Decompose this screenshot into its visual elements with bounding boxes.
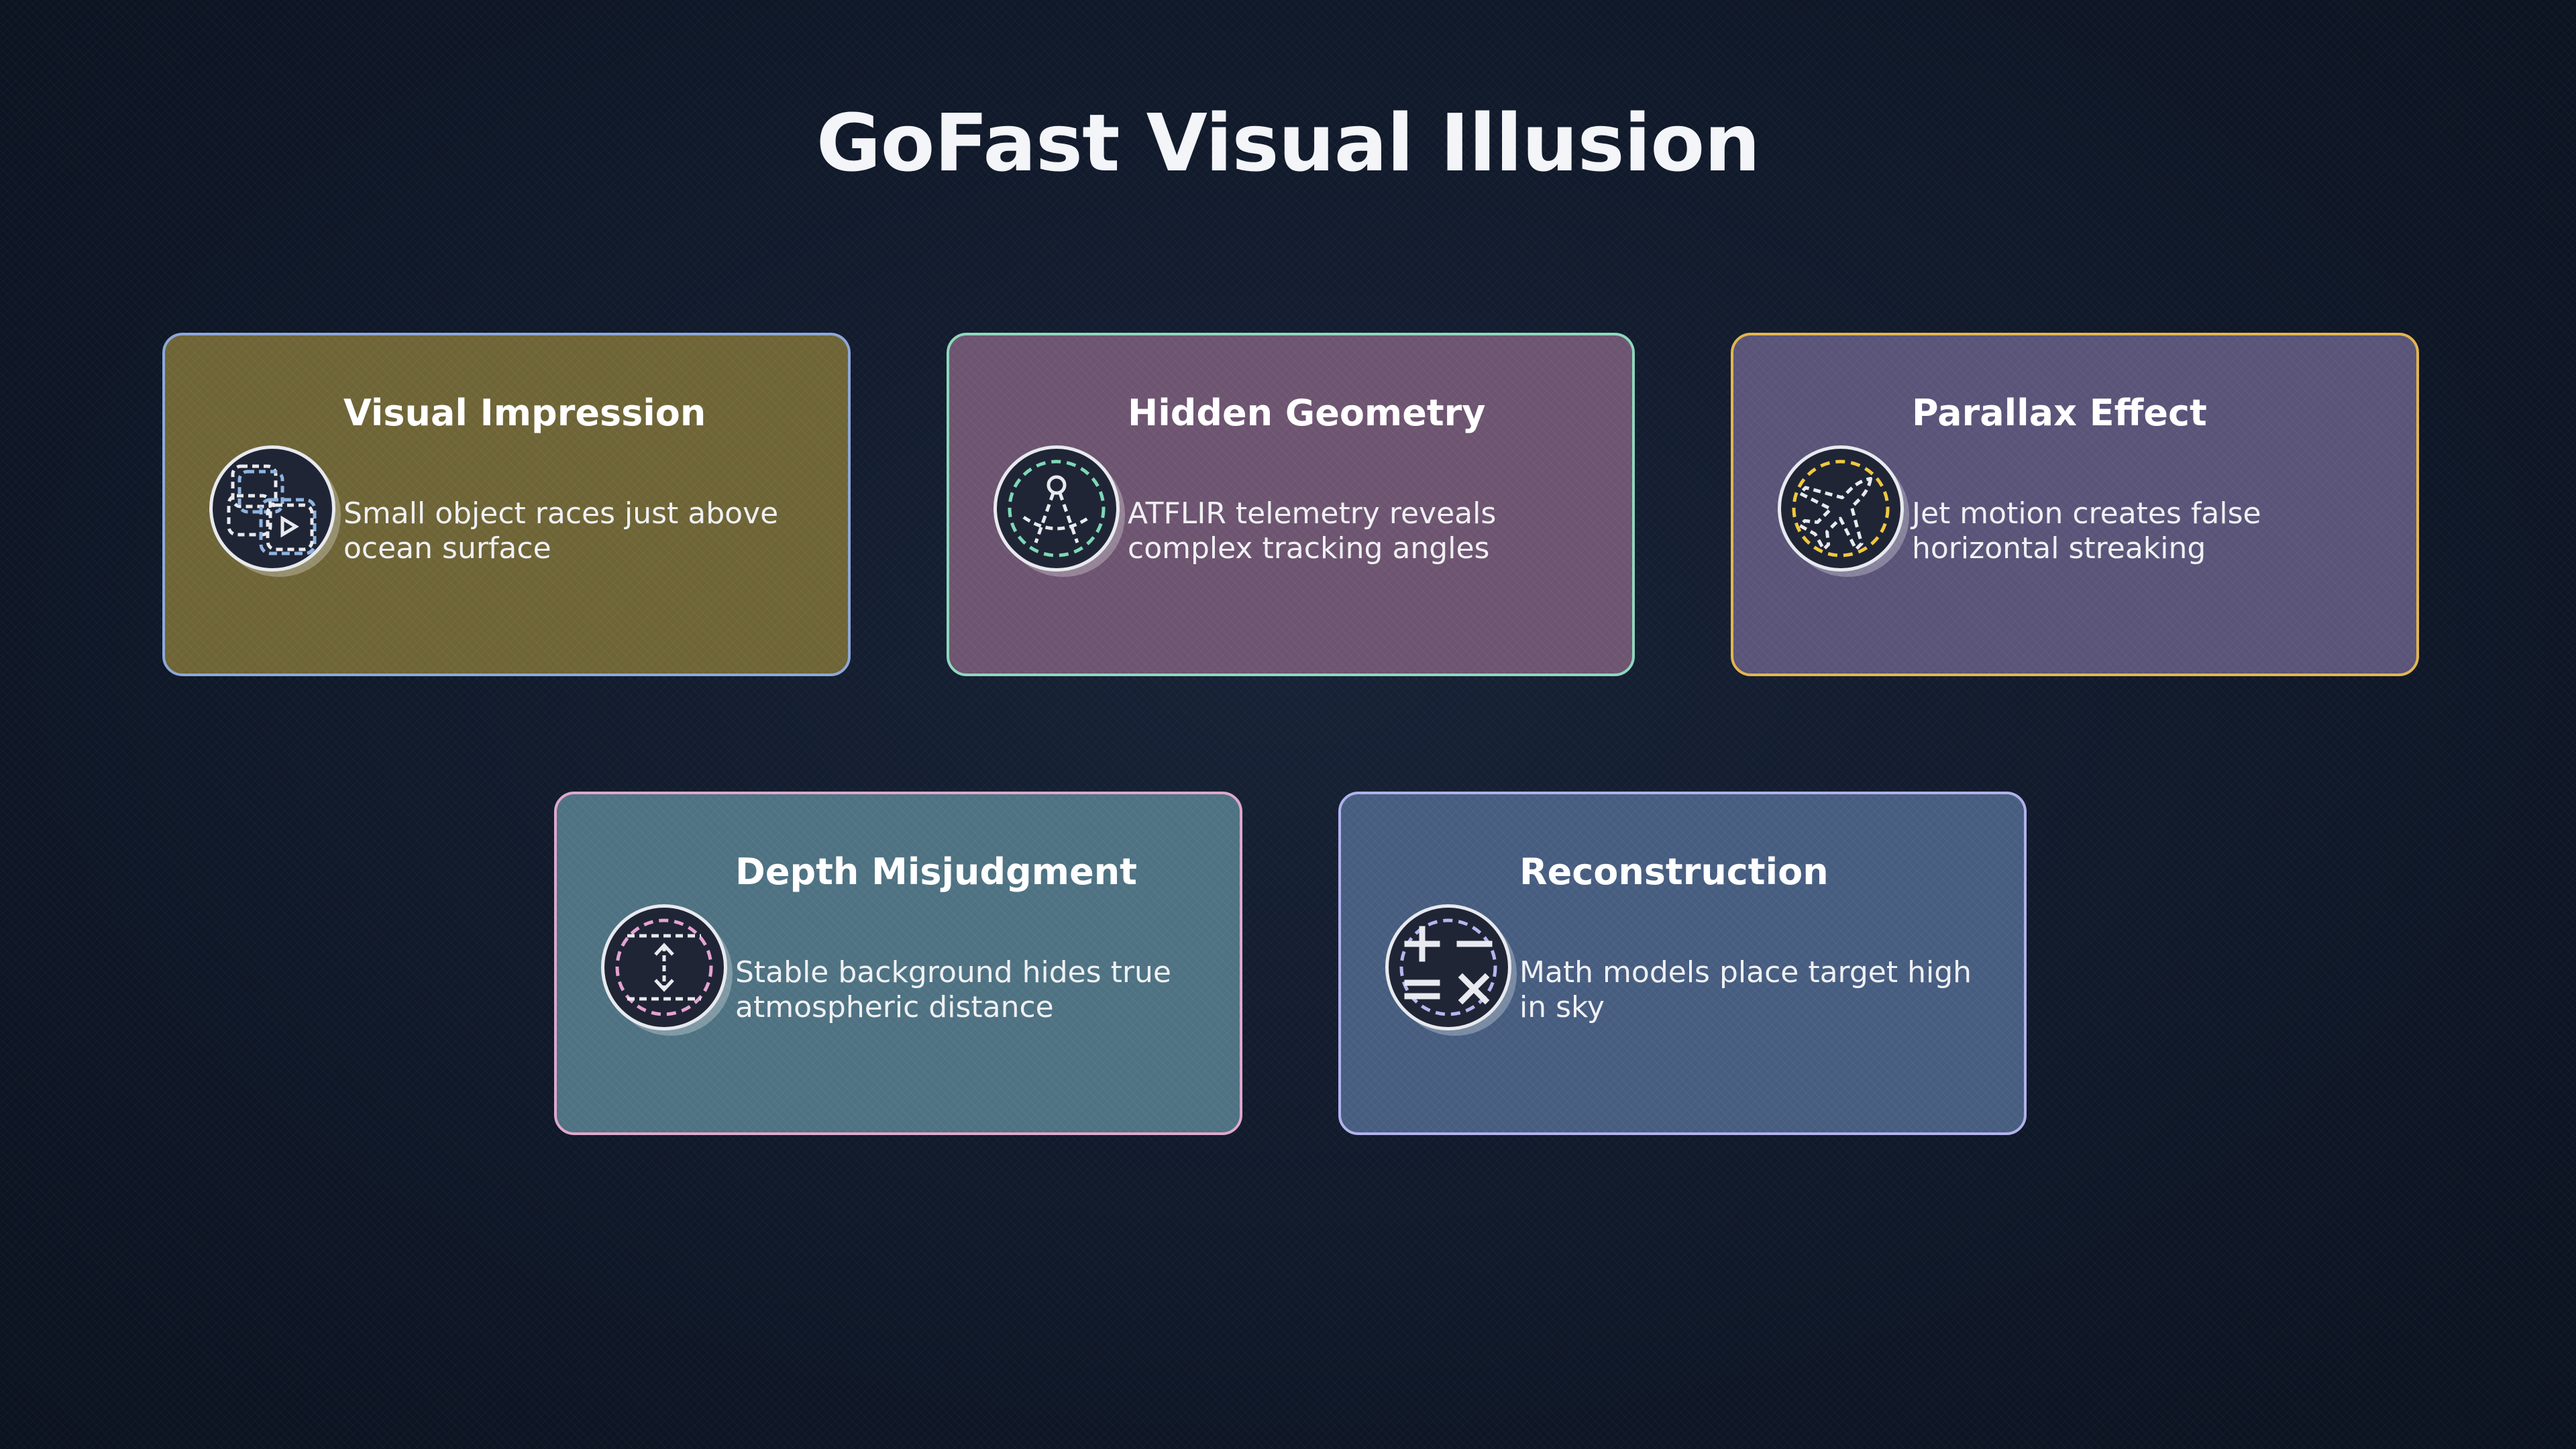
page-title: GoFast Visual Illusion [816,97,1761,189]
card-description: Stable background hides true atmospheric… [735,955,1171,1024]
card-depth-misjudgment: Depth Misjudgment Stable background hide… [554,792,1242,1135]
card-visual-impression: Visual Impression Small object races jus… [162,333,851,676]
card-title: Reconstruction [1519,851,1829,893]
card-description: Math models place target high in sky [1519,955,1972,1024]
card-parallax-effect: Parallax Effect Jet motion creates false… [1731,333,2419,676]
card-description: Small object races just above ocean surf… [343,496,779,566]
jet-icon [1778,445,1904,572]
compass-icon [994,445,1120,572]
card-title: Visual Impression [343,392,706,434]
card-description: ATFLIR telemetry reveals complex trackin… [1128,496,1497,566]
vertical-distance-icon [601,904,727,1030]
video-frames-icon [209,445,335,572]
card-title: Depth Misjudgment [735,851,1137,893]
math-operators-icon [1385,904,1511,1030]
card-title: Parallax Effect [1912,392,2207,434]
card-hidden-geometry: Hidden Geometry ATFLIR telemetry reveals… [947,333,1635,676]
card-reconstruction: Reconstruction Math models place target … [1338,792,2027,1135]
card-title: Hidden Geometry [1128,392,1486,434]
card-description: Jet motion creates false horizontal stre… [1912,496,2261,566]
